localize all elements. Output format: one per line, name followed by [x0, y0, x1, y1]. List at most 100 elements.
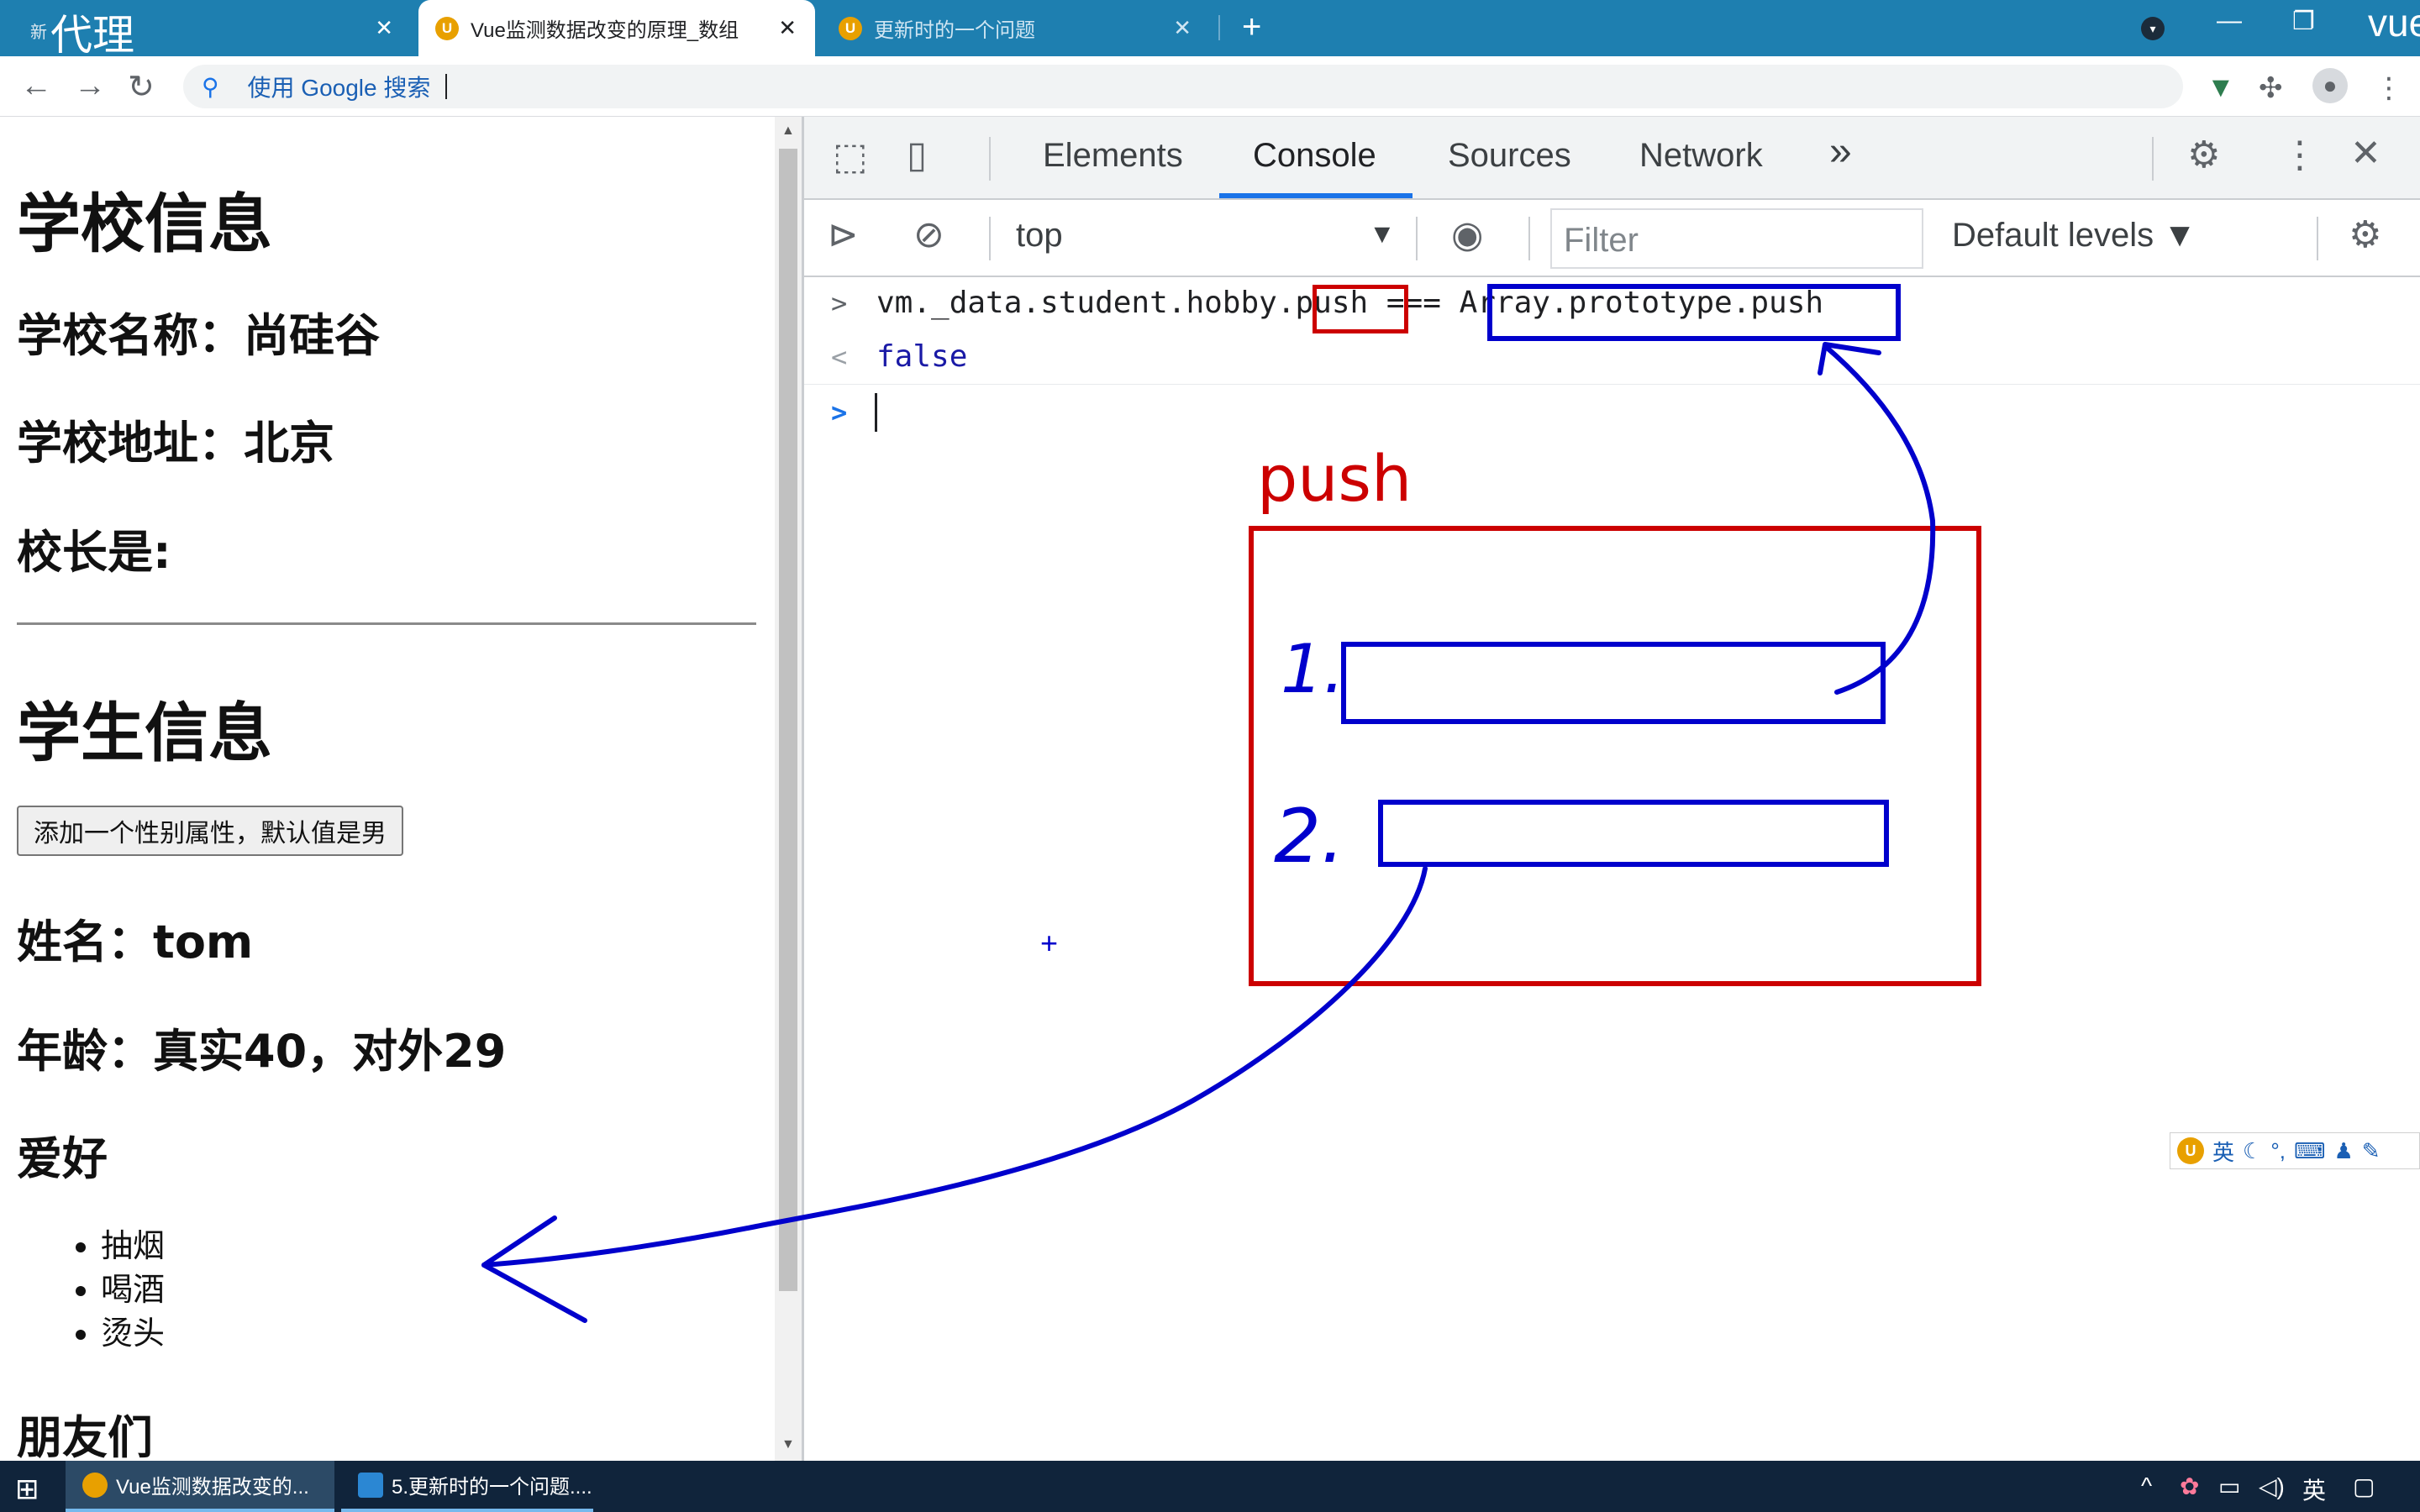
annotation-number-1: 1. [1281, 630, 1345, 708]
console-prompt-line[interactable]: > [804, 386, 2420, 440]
console-result: false [876, 339, 968, 374]
filter-input[interactable]: Filter [1550, 208, 1923, 269]
list-item: 喝酒 [101, 1268, 165, 1311]
tab-update-issue[interactable]: U 更新时的一个问题 ✕ [823, 0, 1210, 56]
windows-start-icon[interactable]: ⊞ [15, 1473, 39, 1506]
annotation-slot-2 [1378, 800, 1889, 867]
sidebar-toggle-icon[interactable]: ⊳ [828, 213, 859, 256]
list-item: 烫头 [101, 1311, 165, 1355]
restore-button[interactable]: ❐ [2292, 7, 2315, 36]
prompt-marker: > [831, 287, 848, 319]
favicon-icon: U [435, 16, 459, 40]
input-language[interactable]: 英 [2302, 1473, 2326, 1506]
customize-kebab-icon[interactable]: ⋮ [2281, 134, 2318, 176]
tab-network[interactable]: Network [1639, 137, 1763, 175]
volume-icon[interactable]: ◁) [2259, 1473, 2285, 1500]
crosshair-cursor: + [1040, 926, 1059, 960]
chrome-icon [82, 1472, 108, 1498]
school-name: 学校名称：尚硅谷 [17, 309, 380, 362]
taskbar-app-label: Vue监测数据改变的... [116, 1476, 309, 1499]
favicon-icon: U [839, 16, 862, 40]
hobby-heading: 爱好 [17, 1132, 108, 1185]
hobby-list: 抽烟 喝酒 烫头 [67, 1224, 165, 1355]
more-tabs-icon[interactable]: » [1829, 129, 1852, 175]
friends-heading: 朋友们 [17, 1411, 153, 1464]
tab-console[interactable]: Console [1253, 137, 1376, 175]
vue-devtools-extension-icon[interactable]: ▼ [2207, 71, 2235, 104]
annotation-number-2: 2. [1274, 793, 1344, 879]
tab-label: 更新时的一个问题 [874, 19, 1035, 42]
menu-kebab-icon[interactable]: ⋮ [2375, 71, 2403, 105]
ime-toolbar[interactable]: U 英 ☾ °, ⌨ ♟ ✎ [2170, 1132, 2420, 1169]
live-expression-eye-icon[interactable]: ◉ [1451, 213, 1483, 256]
close-icon[interactable]: ✕ [375, 15, 393, 41]
new-tab-button[interactable]: + [1242, 8, 1261, 46]
overlay-caption: 代理 [50, 12, 134, 59]
browser-tab-strip: 新 代理 ✕ U Vue监测数据改变的原理_数组 ✕ U 更新时的一个问题 ✕ … [0, 0, 2420, 59]
context-select[interactable]: top [1016, 217, 1063, 255]
flower-app-icon[interactable]: ✿ [2180, 1473, 2199, 1500]
tab-proxy[interactable]: 新 代理 ✕ [0, 0, 412, 59]
taskbar-chrome[interactable]: Vue监测数据改变的... [66, 1461, 334, 1512]
scroll-down-icon[interactable]: ▼ [781, 1437, 795, 1452]
vscode-icon [358, 1472, 383, 1498]
search-icon: ⚲ [202, 73, 219, 100]
page-scrollbar[interactable]: ▲ ▼ [775, 117, 802, 1461]
ime-language[interactable]: 英 [2212, 1136, 2234, 1167]
scrollbar-thumb[interactable] [779, 149, 797, 1291]
back-icon[interactable]: ← [20, 68, 52, 104]
annotation-push-box [1313, 285, 1408, 333]
chevron-up-icon[interactable]: ^ [2141, 1473, 2152, 1499]
notification-icon[interactable]: ▢ [2353, 1473, 2375, 1500]
windows-taskbar: ⊞ Vue监测数据改变的... 5.更新时的一个问题.... ^ ✿ ▭ ◁) … [0, 1461, 2420, 1512]
reload-icon[interactable]: ↻ [128, 68, 155, 106]
add-gender-button[interactable]: 添加一个性别属性，默认值是男 [17, 806, 403, 856]
profile-avatar-icon[interactable]: ● [2312, 68, 2348, 103]
browser-toolbar: ← → ↻ ⚲ 使用 Google 搜索 ▼ ✣ ● ⋮ [0, 56, 2420, 117]
divider [17, 622, 756, 625]
console-settings-gear-icon[interactable]: ⚙ [2349, 213, 2381, 256]
annotation-slot-1 [1341, 642, 1886, 724]
active-tab-indicator [1219, 193, 1413, 198]
principal: 校长是: [17, 526, 171, 579]
device-toolbar-icon[interactable]: ▯ [907, 134, 927, 176]
punctuation-icon[interactable]: °, [2270, 1138, 2286, 1164]
scroll-up-icon[interactable]: ▲ [781, 123, 795, 139]
user-icon[interactable]: ♟ [2333, 1138, 2353, 1164]
tab-sources[interactable]: Sources [1448, 137, 1571, 175]
forward-icon[interactable]: → [74, 68, 106, 104]
close-icon[interactable]: ✕ [778, 15, 797, 41]
wrench-icon[interactable]: ✎ [2362, 1138, 2381, 1164]
school-heading: 学校信息 [17, 186, 272, 261]
overlay-caption-right: vue [2368, 1, 2420, 45]
divider [1416, 217, 1418, 260]
inspect-element-icon[interactable]: ⬚ [833, 135, 868, 178]
chevron-down-icon[interactable]: ▼ [1369, 218, 1396, 249]
clear-console-icon[interactable]: ⊘ [913, 213, 944, 256]
tab-search-icon[interactable]: ▾ [2141, 17, 2165, 40]
tab-elements[interactable]: Elements [1043, 137, 1183, 175]
close-icon[interactable]: ✕ [1173, 15, 1192, 41]
taskbar-app-label: 5.更新时的一个问题.... [392, 1476, 592, 1499]
text-caret [445, 74, 448, 99]
taskbar-vscode[interactable]: 5.更新时的一个问题.... [341, 1461, 593, 1512]
settings-gear-icon[interactable]: ⚙ [2187, 134, 2220, 176]
tab-label: Vue监测数据改变的原理_数组 [471, 19, 739, 42]
close-icon[interactable]: ✕ [2350, 132, 2381, 175]
divider [1528, 217, 1530, 260]
moon-icon[interactable]: ☾ [2243, 1138, 2262, 1164]
tab-active[interactable]: U Vue监测数据改变的原理_数组 ✕ [418, 0, 815, 56]
annotation-label: push [1257, 441, 1413, 516]
text-caret [875, 393, 877, 432]
battery-icon[interactable]: ▭ [2218, 1473, 2240, 1500]
divider [989, 217, 991, 260]
log-levels-dropdown[interactable]: Default levels ▼ [1952, 217, 2196, 255]
address-bar[interactable]: ⚲ 使用 Google 搜索 [183, 65, 2183, 108]
minimize-button[interactable]: — [2217, 7, 2242, 35]
tab-separator [1218, 15, 1220, 40]
page-viewport: 学校信息 学校名称：尚硅谷 学校地址：北京 校长是: 学生信息 添加一个性别属性… [0, 117, 773, 1464]
expression-prefix: vm._data.student.hobby. [876, 286, 1296, 320]
keyboard-icon[interactable]: ⌨ [2294, 1138, 2326, 1164]
divider [2317, 217, 2318, 260]
extensions-puzzle-icon[interactable]: ✣ [2259, 71, 2283, 105]
